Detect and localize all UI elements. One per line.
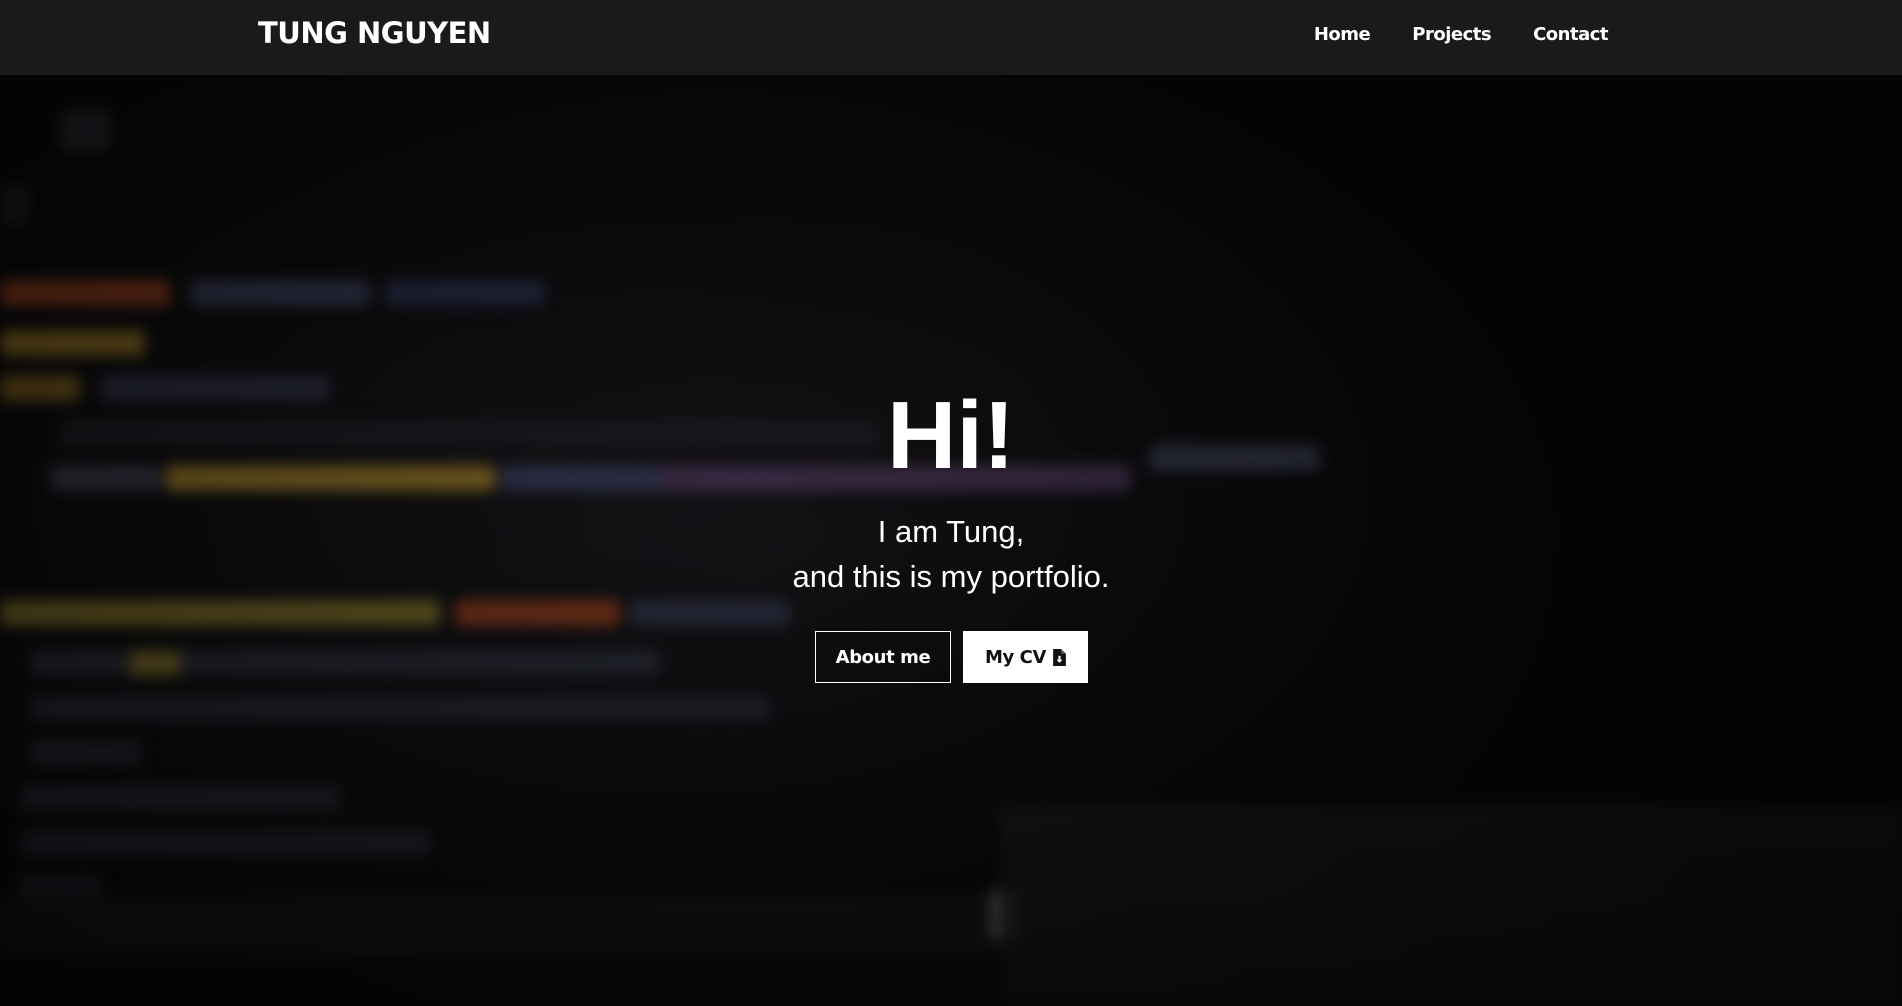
brand-logo[interactable]: TUNG NGUYEN bbox=[258, 16, 491, 50]
file-download-icon bbox=[1053, 648, 1066, 666]
intro-line-2: and this is my portfolio. bbox=[792, 559, 1110, 594]
page: TUNG NGUYEN Home Projects Contact Hi! I … bbox=[0, 0, 1902, 1006]
hero-greeting: Hi! bbox=[887, 382, 1015, 489]
intro-line-1: I am Tung, bbox=[877, 514, 1025, 549]
nav-link-contact[interactable]: Contact bbox=[1533, 24, 1608, 45]
hero-intro: I am Tung, and this is my portfolio. bbox=[0, 509, 1902, 599]
hero-buttons: About me My CV bbox=[815, 631, 1088, 683]
nav-links: Home Projects Contact bbox=[1314, 24, 1609, 45]
my-cv-button[interactable]: My CV bbox=[963, 631, 1088, 683]
hero-section: Hi! I am Tung, and this is my portfolio. bbox=[0, 75, 1902, 1006]
navbar: TUNG NGUYEN Home Projects Contact bbox=[0, 0, 1902, 75]
nav-link-home[interactable]: Home bbox=[1314, 24, 1371, 45]
my-cv-label: My CV bbox=[984, 646, 1047, 668]
about-me-button[interactable]: About me bbox=[815, 631, 951, 683]
nav-link-projects[interactable]: Projects bbox=[1412, 24, 1491, 45]
